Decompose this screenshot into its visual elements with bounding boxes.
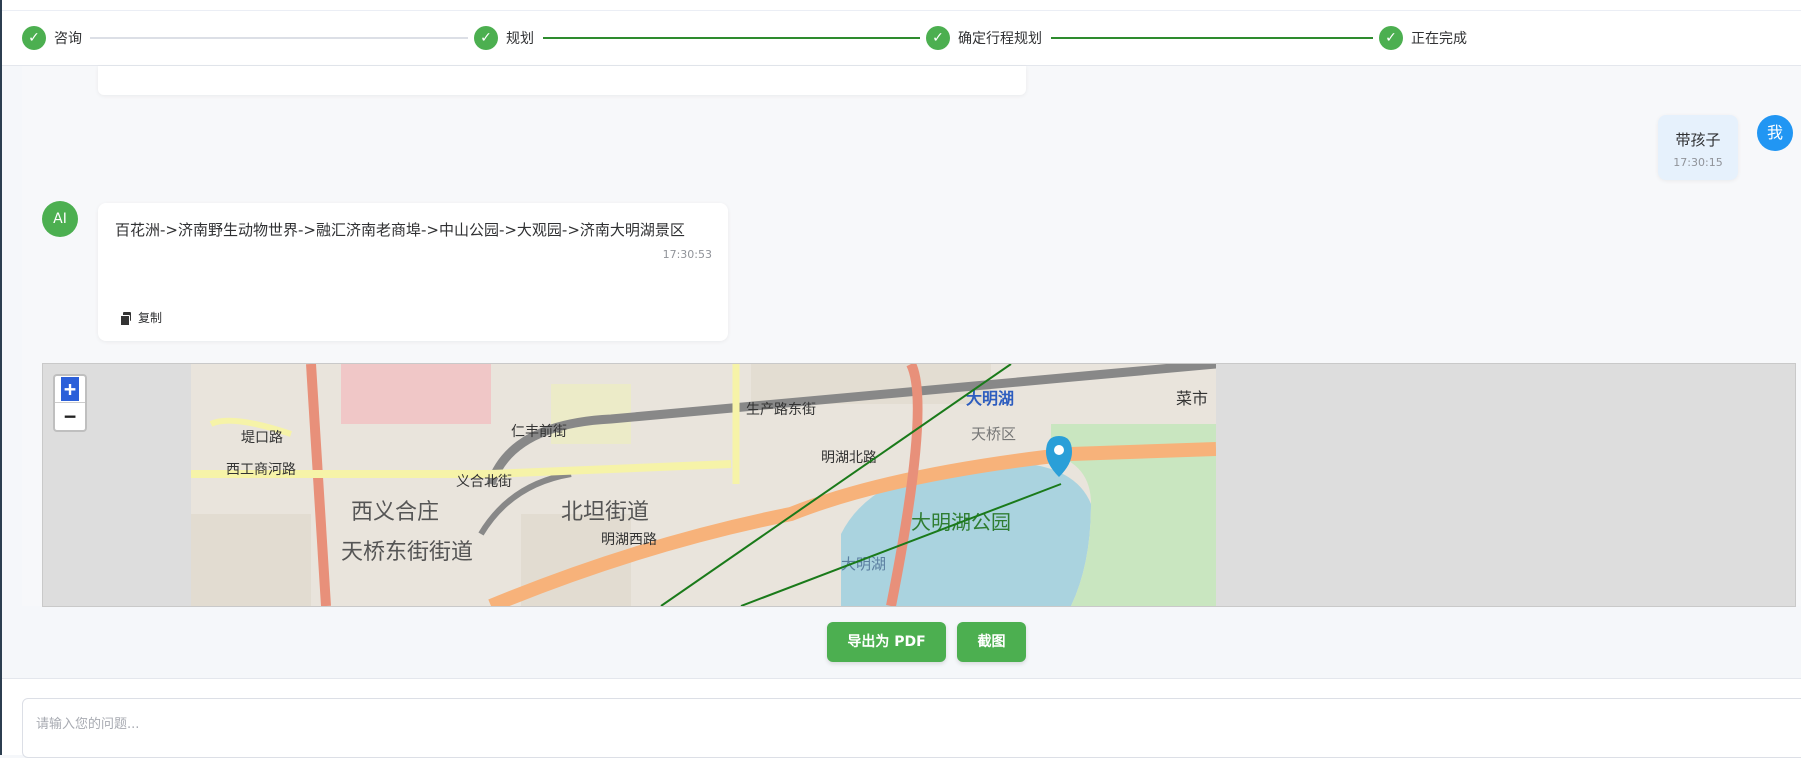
map-label: 生产路东街: [746, 402, 816, 418]
user-avatar: 我: [1757, 115, 1793, 151]
map-tiles[interactable]: 堤口路 西工商河路 仁丰前街 生产路东街 义合北街 西义合庄 北坦街道 天桥东街…: [191, 364, 1216, 606]
step-finishing: ✓ 正在完成: [1379, 26, 1467, 50]
map-label: 堤口路: [241, 430, 283, 446]
input-panel: [2, 679, 1801, 758]
check-icon: ✓: [474, 26, 498, 50]
step-confirm: ✓ 确定行程规划: [926, 26, 1042, 50]
user-message-text: 带孩子: [1675, 131, 1721, 149]
step-consult: ✓ 咨询: [22, 26, 82, 50]
step-label: 正在完成: [1411, 31, 1467, 47]
map-block: [341, 364, 491, 424]
zoom-out-button[interactable]: −: [55, 403, 85, 429]
copy-label: 复制: [138, 311, 163, 325]
check-icon: ✓: [1379, 26, 1403, 50]
map-label: 大明湖: [841, 555, 886, 573]
ai-message: 百花洲->济南野生动物世界->融汇济南老商埠->中山公园->大观园->济南大明湖…: [98, 203, 728, 341]
map-label: 义合北街: [456, 474, 512, 490]
ai-message-text: 百花洲->济南野生动物世界->融汇济南老商埠->中山公园->大观园->济南大明湖…: [115, 221, 685, 239]
step-label: 确定行程规划: [958, 31, 1042, 47]
export-pdf-button[interactable]: 导出为 PDF: [827, 622, 946, 662]
map-label: 西工商河路: [226, 462, 296, 478]
step-connector-2: [543, 37, 920, 39]
ai-message-time: 17:30:53: [662, 248, 712, 261]
step-label: 咨询: [54, 31, 82, 47]
top-strip: [2, 0, 1801, 11]
zoom-control: + −: [53, 374, 87, 432]
map-label: 天桥东街街道: [341, 540, 473, 565]
check-icon: ✓: [22, 26, 46, 50]
screenshot-button[interactable]: 截图: [957, 622, 1026, 662]
route-map[interactable]: 堤口路 西工商河路 仁丰前街 生产路东街 义合北街 西义合庄 北坦街道 天桥东街…: [42, 363, 1796, 607]
chat-area[interactable]: 带孩子 17:30:15 我 AI 百花洲->济南野生动物世界->融汇济南老商埠…: [22, 66, 1801, 607]
user-message: 带孩子 17:30:15: [1658, 115, 1738, 180]
zoom-in-button[interactable]: +: [55, 376, 85, 403]
copy-button[interactable]: 复制: [120, 309, 162, 326]
ai-avatar: AI: [42, 201, 78, 237]
step-connector-1: [90, 37, 468, 39]
map-label: 大明湖: [966, 389, 1014, 408]
map-label: 西义合庄: [351, 500, 439, 525]
step-label: 规划: [506, 31, 534, 47]
window-left-edge: [0, 0, 2, 755]
check-icon: ✓: [926, 26, 950, 50]
progress-steps: ✓ 咨询 ✓ 规划 ✓ 确定行程规划 ✓ 正在完成: [2, 11, 1801, 66]
step-plan: ✓ 规划: [474, 26, 534, 50]
map-label: 天桥区: [971, 425, 1016, 443]
copy-icon: [120, 311, 131, 326]
map-label: 明湖西路: [601, 532, 657, 548]
map-label: 北坦街道: [561, 500, 649, 525]
step-connector-3: [1051, 37, 1373, 39]
map-block: [191, 514, 311, 606]
question-input[interactable]: [22, 698, 1801, 758]
user-message-time: 17:30:15: [1673, 156, 1723, 169]
map-label: 仁丰前街: [511, 423, 567, 440]
map-label: 菜市: [1176, 389, 1208, 408]
previous-message-bubble: [98, 66, 1026, 95]
